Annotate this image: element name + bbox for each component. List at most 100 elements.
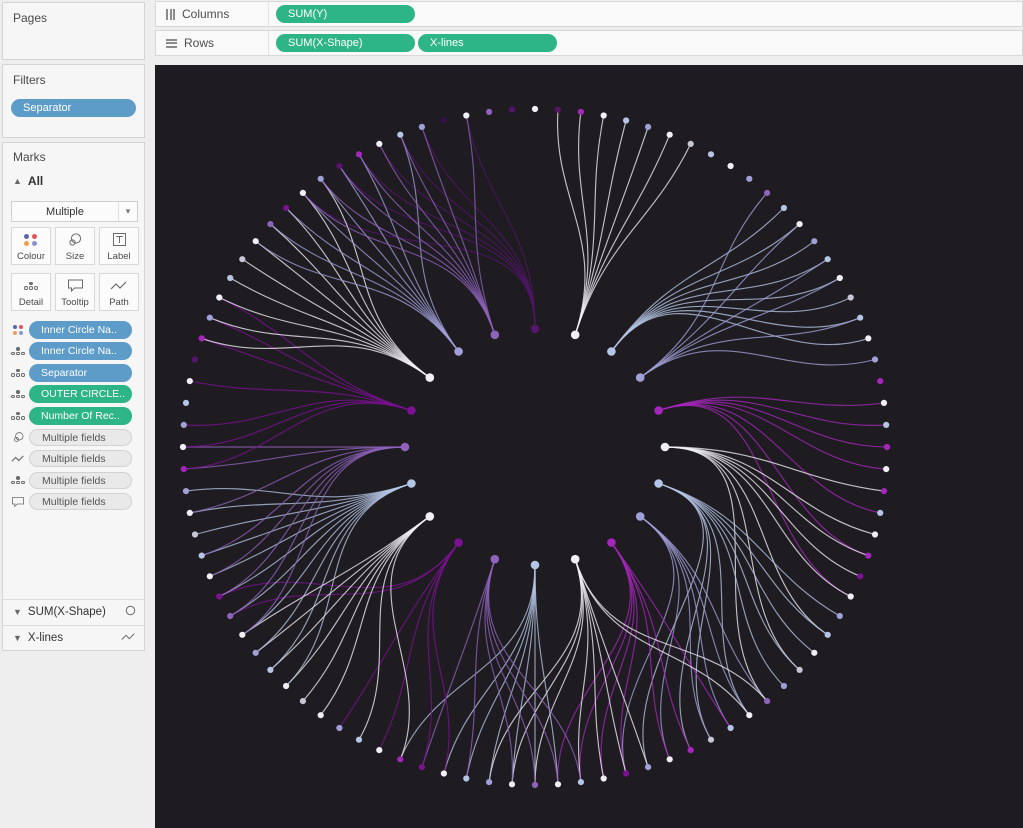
- outer-node-mark[interactable]: [797, 667, 803, 673]
- outer-node-mark[interactable]: [356, 151, 362, 157]
- outer-node-mark[interactable]: [207, 315, 213, 321]
- edge-mark[interactable]: [303, 193, 535, 329]
- inner-node-mark[interactable]: [491, 555, 500, 564]
- edge-mark[interactable]: [219, 543, 458, 597]
- outer-node-mark[interactable]: [746, 176, 752, 182]
- outer-node-mark[interactable]: [728, 725, 734, 731]
- field-pill[interactable]: Multiple fields: [29, 429, 132, 446]
- outer-node-mark[interactable]: [746, 712, 752, 718]
- outer-node-mark[interactable]: [837, 275, 843, 281]
- outer-node-mark[interactable]: [848, 593, 854, 599]
- outer-node-mark[interactable]: [356, 737, 362, 743]
- edge-mark[interactable]: [321, 516, 430, 715]
- outer-node-mark[interactable]: [207, 573, 213, 579]
- edge-mark[interactable]: [466, 559, 495, 778]
- field-row[interactable]: OUTER CIRCLE..: [7, 384, 145, 406]
- field-pill[interactable]: Multiple fields: [29, 493, 132, 510]
- outer-node-mark[interactable]: [764, 698, 770, 704]
- outer-node-mark[interactable]: [376, 747, 382, 753]
- outer-node-mark[interactable]: [781, 205, 787, 211]
- outer-node-mark[interactable]: [318, 176, 324, 182]
- inner-node-mark[interactable]: [636, 512, 645, 521]
- inner-node-mark[interactable]: [607, 347, 616, 356]
- outer-node-mark[interactable]: [825, 632, 831, 638]
- edge-mark[interactable]: [640, 224, 799, 378]
- visualization-canvas[interactable]: [155, 65, 1023, 828]
- inner-node-mark[interactable]: [491, 331, 500, 340]
- outer-node-mark[interactable]: [825, 256, 831, 262]
- outer-node-mark[interactable]: [397, 132, 403, 138]
- outer-node-mark[interactable]: [881, 488, 887, 494]
- edge-mark[interactable]: [270, 224, 429, 378]
- shelf-pill-x-lines[interactable]: X-lines: [418, 34, 557, 52]
- outer-node-mark[interactable]: [883, 466, 889, 472]
- rows-shelf[interactable]: Rows SUM(X-Shape) X-lines: [155, 30, 1023, 56]
- outer-node-mark[interactable]: [865, 335, 871, 341]
- size-button[interactable]: Size: [55, 227, 95, 265]
- outer-node-mark[interactable]: [253, 650, 259, 656]
- outer-node-mark[interactable]: [764, 190, 770, 196]
- colour-button[interactable]: Colour: [11, 227, 51, 265]
- field-row[interactable]: Inner Circle Na..: [7, 319, 145, 341]
- outer-node-mark[interactable]: [336, 163, 342, 169]
- outer-node-mark[interactable]: [645, 764, 651, 770]
- outer-node-mark[interactable]: [300, 190, 306, 196]
- field-row[interactable]: Inner Circle Na..: [7, 341, 145, 363]
- outer-node-mark[interactable]: [857, 573, 863, 579]
- outer-node-mark[interactable]: [601, 112, 607, 118]
- label-button[interactable]: Label: [99, 227, 139, 265]
- outer-node-mark[interactable]: [509, 781, 515, 787]
- field-row[interactable]: Multiple fields: [7, 470, 145, 492]
- inner-node-mark[interactable]: [531, 561, 540, 570]
- outer-node-mark[interactable]: [837, 613, 843, 619]
- edge-mark[interactable]: [512, 559, 582, 784]
- inner-node-mark[interactable]: [661, 443, 670, 452]
- outer-node-mark[interactable]: [688, 141, 694, 147]
- tooltip-button[interactable]: Tooltip: [55, 273, 95, 311]
- outer-node-mark[interactable]: [199, 553, 205, 559]
- outer-node-mark[interactable]: [884, 444, 890, 450]
- edge-mark[interactable]: [184, 403, 412, 469]
- outer-node-mark[interactable]: [578, 109, 584, 115]
- outer-node-mark[interactable]: [532, 106, 538, 112]
- outer-node-mark[interactable]: [872, 531, 878, 537]
- inner-node-mark[interactable]: [454, 538, 463, 547]
- edge-mark[interactable]: [611, 224, 799, 351]
- outer-node-mark[interactable]: [441, 117, 447, 123]
- outer-node-mark[interactable]: [463, 775, 469, 781]
- outer-node-mark[interactable]: [848, 294, 854, 300]
- outer-node-mark[interactable]: [872, 356, 878, 362]
- outer-node-mark[interactable]: [601, 775, 607, 781]
- field-pill[interactable]: Multiple fields: [29, 450, 132, 467]
- outer-node-mark[interactable]: [183, 400, 189, 406]
- shelf-pill-sum-x-shape[interactable]: SUM(X-Shape): [276, 34, 415, 52]
- outer-node-mark[interactable]: [183, 488, 189, 494]
- edge-mark[interactable]: [665, 447, 800, 670]
- field-row[interactable]: Multiple fields: [7, 491, 145, 513]
- outer-node-mark[interactable]: [283, 205, 289, 211]
- inner-node-mark[interactable]: [636, 373, 645, 382]
- outer-node-mark[interactable]: [300, 698, 306, 704]
- field-pill[interactable]: Number Of Rec..: [29, 407, 132, 425]
- outer-node-mark[interactable]: [555, 107, 561, 113]
- outer-node-mark[interactable]: [623, 770, 629, 776]
- field-pill[interactable]: Multiple fields: [29, 472, 132, 489]
- outer-node-mark[interactable]: [216, 294, 222, 300]
- field-row[interactable]: Separator: [7, 362, 145, 384]
- outer-node-mark[interactable]: [509, 107, 515, 113]
- outer-node-mark[interactable]: [199, 335, 205, 341]
- marks-all-section-header[interactable]: ▲ All: [3, 164, 144, 188]
- edge-mark[interactable]: [488, 559, 558, 784]
- edge-mark[interactable]: [190, 381, 412, 410]
- outer-node-mark[interactable]: [881, 400, 887, 406]
- outer-node-mark[interactable]: [187, 378, 193, 384]
- inner-node-mark[interactable]: [426, 512, 435, 521]
- outer-node-mark[interactable]: [463, 112, 469, 118]
- outer-node-mark[interactable]: [336, 725, 342, 731]
- outer-node-mark[interactable]: [239, 256, 245, 262]
- edge-mark[interactable]: [665, 447, 884, 491]
- outer-node-mark[interactable]: [667, 132, 673, 138]
- edge-mark[interactable]: [611, 314, 868, 352]
- outer-node-mark[interactable]: [623, 117, 629, 123]
- inner-node-mark[interactable]: [654, 479, 663, 488]
